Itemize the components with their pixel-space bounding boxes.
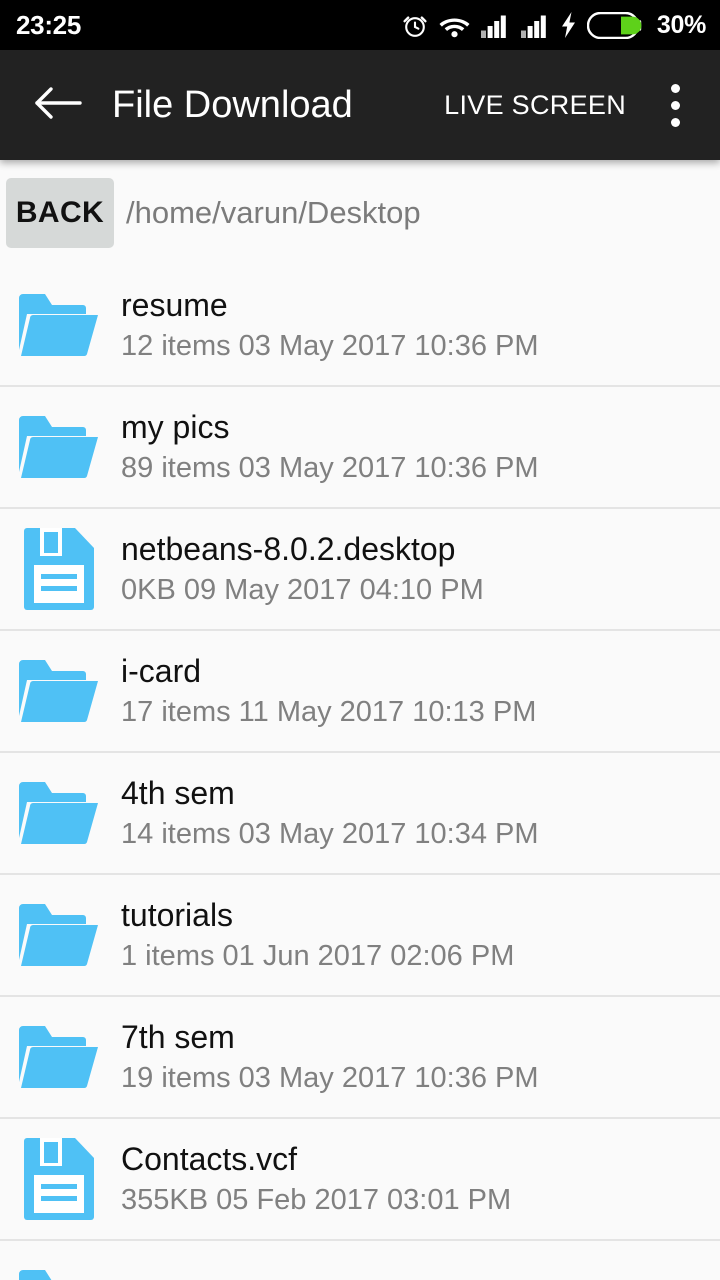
file-icon [17, 527, 101, 611]
file-row[interactable]: my pics 89 items 03 May 2017 10:36 PM [0, 387, 720, 509]
file-name: Contacts.vcf [121, 1141, 298, 1177]
file-name: 4th sem [121, 775, 235, 811]
file-row[interactable]: Contacts.vcf 355KB 05 Feb 2017 03:01 PM [0, 1119, 720, 1241]
current-path-label: /home/varun/Desktop [126, 194, 421, 230]
page-title: File Download [112, 83, 353, 126]
overflow-dot [670, 83, 680, 93]
folder-icon [17, 283, 101, 367]
file-subtitle: 0KB 09 May 2017 04:10 PM [121, 574, 484, 606]
file-meta: Contacts.vcf 355KB 05 Feb 2017 03:01 PM [121, 1138, 511, 1220]
file-meta: i-card 17 items 11 May 2017 10:13 PM [121, 650, 536, 732]
file-meta: netbeans-8.0.2.desktop 0KB 09 May 2017 04… [121, 528, 484, 610]
file-icon [17, 1137, 101, 1221]
battery-icon [586, 11, 643, 39]
file-subtitle: 19 items 03 May 2017 10:36 PM [121, 1062, 539, 1094]
file-name: resume [121, 287, 228, 323]
file-subtitle: 355KB 05 Feb 2017 03:01 PM [121, 1184, 512, 1216]
folder-icon [17, 893, 101, 977]
file-name: netbeans-8.0.2.desktop [121, 531, 456, 567]
folder-icon [17, 1015, 101, 1099]
file-name: i-card [121, 653, 202, 689]
wifi-icon [439, 13, 470, 38]
file-subtitle: 1 items 01 Jun 2017 02:06 PM [121, 940, 515, 972]
file-subtitle: 17 items 11 May 2017 10:13 PM [121, 696, 537, 728]
file-meta: 4th sem 14 items 03 May 2017 10:34 PM [121, 772, 539, 854]
alarm-icon [402, 12, 428, 39]
overflow-dot [670, 100, 680, 110]
file-row[interactable]: 7th sem 19 items 03 May 2017 10:36 PM [0, 997, 720, 1119]
folder-icon [17, 771, 101, 855]
file-name: my pics [121, 409, 230, 445]
file-row[interactable]: netbeans-8.0.2.desktop 0KB 09 May 2017 04… [0, 509, 720, 631]
file-row[interactable]: presentMe.js [0, 1241, 720, 1280]
back-button[interactable]: BACK [6, 177, 114, 248]
signal-sim1-icon [480, 13, 510, 38]
file-subtitle: 14 items 03 May 2017 10:34 PM [121, 818, 539, 850]
file-list[interactable]: resume 12 items 03 May 2017 10:36 PM my pi… [0, 265, 720, 1280]
back-arrow-icon [34, 86, 82, 125]
file-subtitle: 89 items 03 May 2017 10:36 PM [121, 452, 539, 484]
file-subtitle: 12 items 03 May 2017 10:36 PM [121, 330, 539, 362]
overflow-dot [670, 117, 680, 127]
folder-icon [17, 649, 101, 733]
status-icon-tray: 30% [402, 11, 706, 40]
status-bar: 23:25 30% [0, 0, 720, 50]
battery-percent-label: 30% [656, 10, 706, 39]
folder-icon [17, 405, 101, 489]
file-row[interactable]: resume 12 items 03 May 2017 10:36 PM [0, 265, 720, 387]
folder-icon [17, 1259, 101, 1280]
file-meta: 7th sem 19 items 03 May 2017 10:36 PM [121, 1016, 539, 1098]
charging-bolt-icon [561, 12, 576, 38]
file-name: tutorials [121, 897, 234, 933]
navigate-up-button[interactable] [22, 69, 94, 141]
file-name: 7th sem [121, 1019, 235, 1055]
path-bar: BACK /home/varun/Desktop [0, 160, 720, 265]
signal-sim2-icon [520, 13, 550, 38]
file-row[interactable]: i-card 17 items 11 May 2017 10:13 PM [0, 631, 720, 753]
overflow-menu-icon[interactable] [652, 69, 698, 141]
app-screen: 23:25 30% File Download LIVE SCREEN BACK… [0, 0, 720, 1280]
status-clock: 23:25 [16, 10, 81, 40]
app-bar: File Download LIVE SCREEN [0, 50, 720, 160]
live-screen-action[interactable]: LIVE SCREEN [444, 90, 626, 121]
file-meta: my pics 89 items 03 May 2017 10:36 PM [121, 406, 539, 488]
file-row[interactable]: tutorials 1 items 01 Jun 2017 02:06 PM [0, 875, 720, 997]
file-row[interactable]: 4th sem 14 items 03 May 2017 10:34 PM [0, 753, 720, 875]
file-meta: resume 12 items 03 May 2017 10:36 PM [121, 284, 539, 366]
file-meta: tutorials 1 items 01 Jun 2017 02:06 PM [121, 894, 514, 976]
